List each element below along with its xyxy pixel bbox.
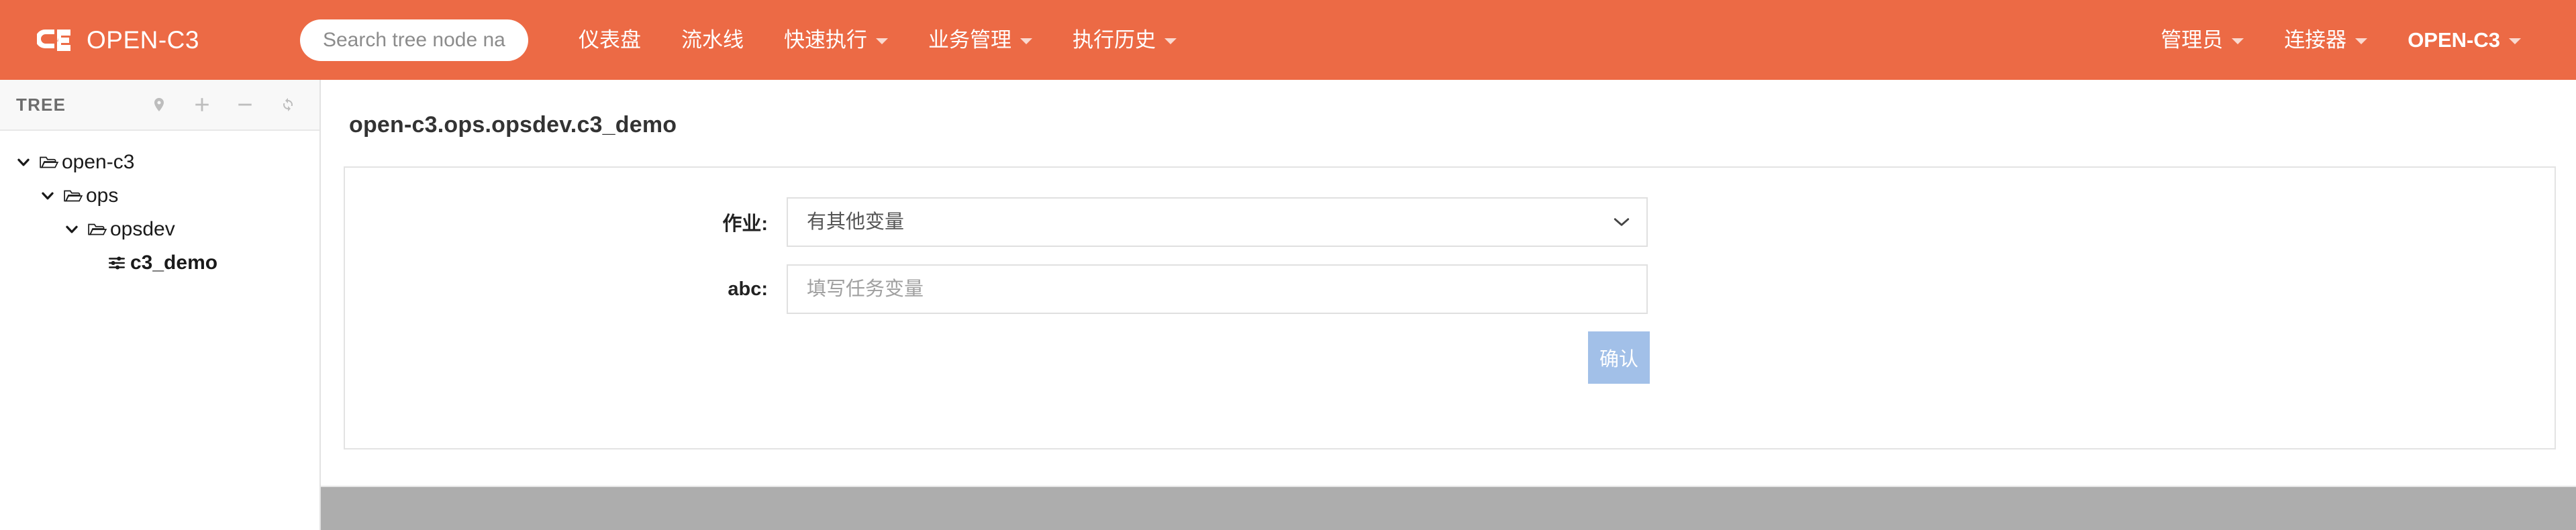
abc-input-wrapper <box>787 264 1648 314</box>
chevron-down-icon[interactable] <box>63 221 81 238</box>
chevron-down-icon <box>875 38 888 44</box>
sliders-icon <box>107 254 128 272</box>
tree-node-opsdev[interactable]: opsdev <box>0 213 319 246</box>
nav-item-pipeline[interactable]: 流水线 <box>661 0 764 80</box>
chevron-down-icon[interactable] <box>39 187 56 205</box>
plus-icon[interactable] <box>193 96 211 113</box>
brand-title: OPEN-C3 <box>87 25 199 54</box>
execution-form-card: 作业: 有其他变量 abc: 确认 <box>344 166 2556 449</box>
refresh-icon[interactable] <box>279 96 297 113</box>
brand-logo-link[interactable]: OPEN OPEN-C3 <box>36 25 199 56</box>
tree-node-open-c3[interactable]: open-c3 <box>0 146 319 179</box>
form-row-job: 作业: 有其他变量 <box>345 197 2555 247</box>
nav-item-label: 仪表盘 <box>578 28 641 52</box>
page-title: open-c3.ops.opsdev.c3_demo <box>349 112 677 138</box>
job-select-wrapper: 有其他变量 <box>787 197 1648 247</box>
tree-panel-header: TREE <box>0 80 319 131</box>
tree-node-label: ops <box>86 184 119 207</box>
search-input[interactable] <box>299 19 528 61</box>
tree-node-c3-demo[interactable]: c3_demo <box>0 246 319 280</box>
chevron-down-icon <box>2355 38 2368 44</box>
location-pin-icon[interactable] <box>150 96 168 113</box>
navbar-right-menu: 管理员 连接器 OPEN-C3 <box>2140 0 2541 80</box>
nav-item-label: 业务管理 <box>928 28 1011 52</box>
nav-item-label: 连接器 <box>2284 28 2347 52</box>
svg-text:OPEN: OPEN <box>47 39 58 43</box>
footer-band <box>321 486 2576 530</box>
nav-item-admin[interactable]: 管理员 <box>2140 0 2264 80</box>
job-select[interactable]: 有其他变量 <box>787 197 1648 247</box>
nav-item-label: 管理员 <box>2161 28 2224 52</box>
tree-toolbar <box>150 96 305 113</box>
minus-icon[interactable] <box>236 96 254 113</box>
tree-sidebar: TREE open-c3 ops opsdev c3_demo <box>0 80 321 530</box>
nav-item-label: 流水线 <box>681 28 744 52</box>
folder-open-icon <box>63 187 83 205</box>
c3-logo-icon: OPEN <box>36 25 76 56</box>
nav-item-business-management[interactable]: 业务管理 <box>908 0 1052 80</box>
job-field-label: 作业: <box>722 213 768 235</box>
page-layout: TREE open-c3 ops opsdev c3_demo open-c3.… <box>0 80 2576 530</box>
folder-open-icon <box>87 221 107 238</box>
nav-item-label: OPEN-C3 <box>2408 28 2500 52</box>
tree-node-label: c3_demo <box>130 252 218 274</box>
folder-open-icon <box>39 154 59 171</box>
tree-node-label: opsdev <box>110 218 175 240</box>
tree-node-label: open-c3 <box>62 151 135 173</box>
nav-item-quick-execute[interactable]: 快速执行 <box>764 0 908 80</box>
tree-node-list: open-c3 ops opsdev c3_demo <box>0 131 319 280</box>
chevron-down-icon <box>2232 38 2244 44</box>
nav-item-label: 快速执行 <box>783 28 867 52</box>
main-content: open-c3.ops.opsdev.c3_demo 作业: 有其他变量 abc… <box>321 80 2576 530</box>
nav-item-label: 执行历史 <box>1072 28 1156 52</box>
nav-item-dashboard[interactable]: 仪表盘 <box>558 0 661 80</box>
nav-item-connector[interactable]: 连接器 <box>2264 0 2387 80</box>
chevron-down-icon <box>2509 38 2521 44</box>
chevron-down-icon <box>1164 38 1177 44</box>
top-navbar: OPEN OPEN-C3 仪表盘 流水线 快速执行 业务管理 执行历史 管理员 <box>0 0 2576 80</box>
chevron-down-icon <box>1020 38 1032 44</box>
abc-field-label: abc: <box>728 278 768 300</box>
form-row-abc: abc: <box>345 264 2555 314</box>
tree-node-ops[interactable]: ops <box>0 179 319 213</box>
nav-item-execution-history[interactable]: 执行历史 <box>1052 0 1197 80</box>
form-actions: 确认 <box>345 331 2555 384</box>
tree-search-container <box>299 19 528 61</box>
nav-item-user-menu[interactable]: OPEN-C3 <box>2387 0 2541 80</box>
abc-input[interactable] <box>787 264 1648 314</box>
navbar-left-menu: 仪表盘 流水线 快速执行 业务管理 执行历史 <box>558 0 1197 80</box>
tree-panel-title: TREE <box>16 94 66 115</box>
confirm-button[interactable]: 确认 <box>1588 331 1650 384</box>
chevron-down-icon[interactable] <box>15 154 32 171</box>
